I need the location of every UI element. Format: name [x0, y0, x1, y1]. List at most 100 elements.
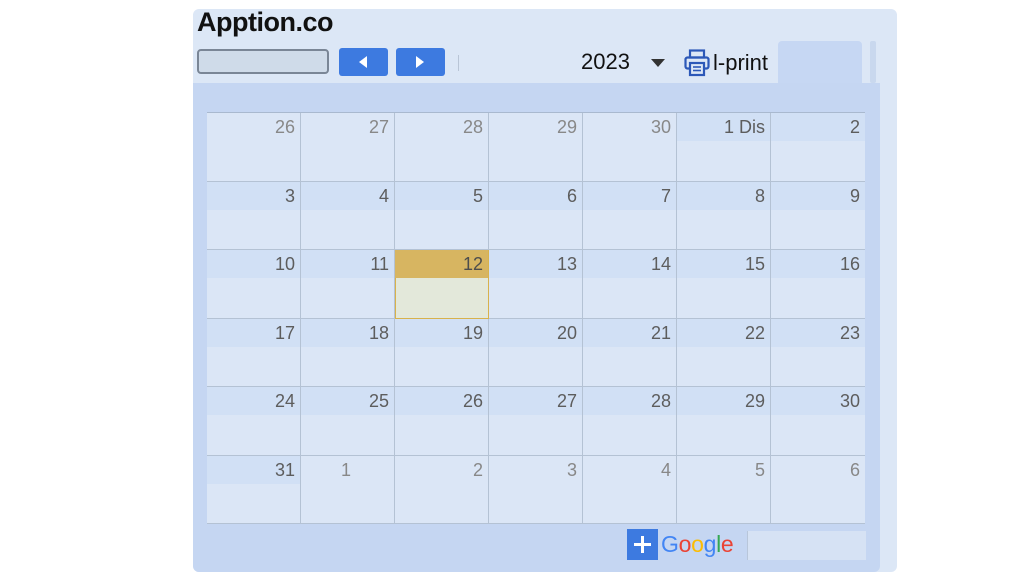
day-cell[interactable]: 6 [771, 456, 865, 524]
day-cell[interactable]: 2 [771, 113, 865, 182]
day-number: 15 [744, 254, 765, 274]
day-number: 26 [462, 391, 483, 411]
day-cell[interactable]: 1 [301, 455, 395, 524]
day-cell[interactable]: 16 [771, 250, 865, 319]
day-cell[interactable]: 17 [207, 318, 301, 387]
day-number: 5 [472, 185, 483, 206]
day-number: 3 [284, 185, 295, 206]
day-cell[interactable]: 13 [489, 250, 583, 319]
day-cell[interactable]: 5 [395, 181, 489, 250]
day-cell[interactable]: 10 [207, 250, 301, 319]
day-number: 2 [849, 117, 860, 137]
day-cell[interactable]: 7 [583, 181, 677, 250]
day-cell[interactable]: 25 [301, 387, 395, 456]
day-number: 24 [274, 391, 295, 411]
day-number: 21 [650, 322, 671, 343]
day-cell[interactable]: 18 [301, 318, 395, 387]
day-cell[interactable]: 21 [583, 318, 677, 387]
calendar-footer: Google [627, 529, 866, 561]
day-cell[interactable]: 3 [489, 455, 583, 524]
day-number: 28 [462, 117, 483, 137]
view-tab[interactable] [778, 41, 862, 83]
day-number: 6 [566, 185, 577, 206]
day-cell[interactable]: 5 [677, 455, 771, 524]
day-number: 14 [650, 254, 671, 274]
day-cell[interactable]: 28 [395, 113, 489, 182]
calendar-panel: 26 27 28 29 30 1 Dis 2 3 4 5 6 7 8 9 10 11 12 13 14 15 16 17 1… [193, 83, 880, 572]
day-cell[interactable]: 2 [395, 455, 489, 524]
add-to-google-calendar-button[interactable] [627, 529, 658, 560]
day-cell[interactable]: 29 [677, 387, 771, 456]
day-cell[interactable]: 9 [771, 181, 865, 250]
day-number: 28 [650, 391, 671, 411]
day-cell[interactable]: 14 [583, 250, 677, 319]
google-letter: g [703, 531, 717, 557]
day-cell[interactable]: 31 [207, 455, 301, 524]
day-number: 27 [556, 391, 577, 411]
day-cell[interactable]: 24 [207, 387, 301, 456]
next-month-button[interactable] [396, 48, 445, 76]
day-number: 11 [370, 254, 389, 274]
day-cell-today[interactable]: 12 [395, 250, 489, 319]
day-number: 25 [368, 391, 389, 411]
day-cell[interactable]: 23 [771, 318, 865, 387]
day-number: 5 [754, 459, 765, 480]
day-number: 7 [660, 185, 671, 206]
day-number: 22 [744, 322, 765, 343]
print-label: l-print [713, 50, 769, 75]
day-cell[interactable]: 1 Dis [677, 113, 771, 182]
day-cell[interactable]: 30 [583, 113, 677, 182]
page-title: Apption.co [197, 7, 333, 37]
day-cell[interactable]: 27 [301, 113, 395, 182]
year-value: 2023 [581, 49, 630, 74]
calendar-widget: Apption.co 2023 l-print 26 27 28 29 30 1 Dis 2… [193, 7, 897, 572]
day-cell[interactable]: 20 [489, 318, 583, 387]
day-number: 19 [462, 322, 483, 343]
day-number: 1 [341, 459, 352, 480]
day-number: 18 [368, 322, 389, 343]
day-number: 9 [849, 185, 860, 206]
day-number: 1 Dis [723, 117, 765, 137]
triangle-left-icon [359, 56, 367, 68]
day-number: 27 [368, 117, 389, 137]
day-number: 17 [274, 322, 295, 343]
day-cell[interactable]: 8 [677, 181, 771, 250]
day-cell[interactable]: 19 [395, 318, 489, 387]
day-cell[interactable]: 22 [677, 318, 771, 387]
day-number: 3 [566, 459, 577, 480]
day-number: 20 [556, 322, 577, 343]
day-cell[interactable]: 30 [771, 387, 865, 456]
google-logo[interactable]: Google [661, 531, 734, 558]
day-cell[interactable]: 28 [583, 387, 677, 456]
day-cell[interactable]: 11 [301, 250, 395, 319]
google-letter: o [691, 531, 704, 557]
google-letter: e [720, 531, 734, 557]
day-cell[interactable]: 4 [301, 181, 395, 250]
day-number: 4 [660, 459, 671, 480]
day-number: 30 [650, 117, 671, 137]
today-button[interactable] [197, 49, 329, 74]
scroll-edge [870, 41, 876, 83]
day-number: 16 [839, 254, 860, 274]
day-cell[interactable]: 27 [489, 387, 583, 456]
day-cell[interactable]: 4 [583, 455, 677, 524]
day-number: 31 [274, 459, 295, 480]
caret-down-icon [651, 59, 665, 67]
day-number: 6 [849, 459, 860, 480]
triangle-right-icon [416, 56, 424, 68]
day-cell[interactable]: 26 [207, 113, 301, 182]
month-grid: 26 27 28 29 30 1 Dis 2 3 4 5 6 7 8 9 10 11 12 13 14 15 16 17 1… [207, 112, 865, 524]
day-cell[interactable]: 3 [207, 181, 301, 250]
year-dropdown[interactable]: 2023 [581, 47, 665, 77]
day-number: 26 [274, 117, 295, 137]
day-number: 4 [378, 185, 389, 206]
day-cell[interactable]: 29 [489, 113, 583, 182]
day-cell[interactable]: 15 [677, 250, 771, 319]
day-cell[interactable]: 6 [489, 181, 583, 250]
previous-month-button[interactable] [339, 48, 388, 76]
day-number: 12 [462, 254, 483, 274]
day-number: 13 [556, 254, 577, 274]
day-number: 2 [472, 459, 483, 480]
day-cell[interactable]: 26 [395, 387, 489, 456]
google-letter: G [661, 531, 679, 557]
